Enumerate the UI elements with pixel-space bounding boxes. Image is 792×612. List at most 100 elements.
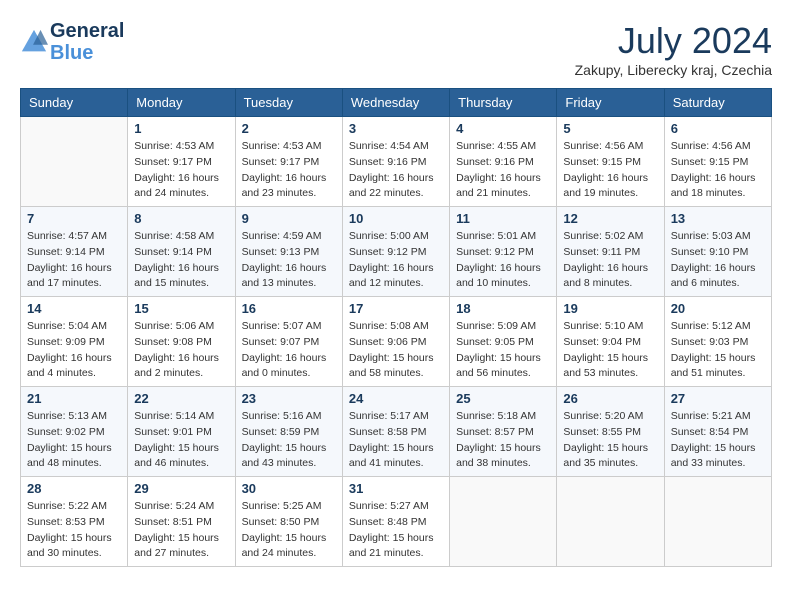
- header-wednesday: Wednesday: [342, 89, 449, 117]
- day-number: 23: [242, 391, 336, 406]
- day-info: Sunrise: 5:04 AMSunset: 9:09 PMDaylight:…: [27, 319, 121, 382]
- calendar-day-cell: 2 Sunrise: 4:53 AMSunset: 9:17 PMDaylight…: [235, 117, 342, 207]
- day-info: Sunrise: 5:25 AMSunset: 8:50 PMDaylight:…: [242, 499, 336, 562]
- logo-line2: Blue: [50, 42, 124, 64]
- calendar-day-cell: 27 Sunrise: 5:21 AMSunset: 8:54 PMDayligh…: [664, 387, 771, 477]
- calendar-day-cell: 29 Sunrise: 5:24 AMSunset: 8:51 PMDayligh…: [128, 477, 235, 567]
- day-number: 20: [671, 301, 765, 316]
- day-number: 31: [349, 481, 443, 496]
- day-info: Sunrise: 4:57 AMSunset: 9:14 PMDaylight:…: [27, 229, 121, 292]
- calendar-header-row: Sunday Monday Tuesday Wednesday Thursday…: [21, 89, 772, 117]
- calendar-day-cell: 22Sunrise: 5:14 AMSunset: 9:01 PMDayligh…: [128, 387, 235, 477]
- day-number: 11: [456, 211, 550, 226]
- calendar-day-cell: 31 Sunrise: 5:27 AMSunset: 8:48 PMDayligh…: [342, 477, 449, 567]
- calendar-day-cell: 20 Sunrise: 5:12 AMSunset: 9:03 PMDayligh…: [664, 297, 771, 387]
- header-thursday: Thursday: [450, 89, 557, 117]
- calendar-week-3: 14 Sunrise: 5:04 AMSunset: 9:09 PMDayligh…: [21, 297, 772, 387]
- day-number: 2: [242, 121, 336, 136]
- day-number: 25: [456, 391, 550, 406]
- day-info: Sunrise: 5:27 AMSunset: 8:48 PMDaylight:…: [349, 499, 443, 562]
- day-number: 29: [134, 481, 228, 496]
- calendar-day-cell: 30 Sunrise: 5:25 AMSunset: 8:50 PMDayligh…: [235, 477, 342, 567]
- calendar-week-5: 28Sunrise: 5:22 AMSunset: 8:53 PMDayligh…: [21, 477, 772, 567]
- day-number: 19: [563, 301, 657, 316]
- page-header: General Blue July 2024 Zakupy, Liberecky…: [20, 20, 772, 78]
- day-info: Sunrise: 4:59 AMSunset: 9:13 PMDaylight:…: [242, 229, 336, 292]
- day-number: 15: [134, 301, 228, 316]
- calendar-week-2: 7 Sunrise: 4:57 AMSunset: 9:14 PMDaylight…: [21, 207, 772, 297]
- header-sunday: Sunday: [21, 89, 128, 117]
- day-info: Sunrise: 5:13 AMSunset: 9:02 PMDaylight:…: [27, 409, 121, 472]
- day-info: Sunrise: 4:55 AMSunset: 9:16 PMDaylight:…: [456, 139, 550, 202]
- day-number: 28: [27, 481, 121, 496]
- day-number: 17: [349, 301, 443, 316]
- day-info: Sunrise: 5:16 AMSunset: 8:59 PMDaylight:…: [242, 409, 336, 472]
- day-info: Sunrise: 5:08 AMSunset: 9:06 PMDaylight:…: [349, 319, 443, 382]
- calendar-day-cell: 13Sunrise: 5:03 AMSunset: 9:10 PMDayligh…: [664, 207, 771, 297]
- day-number: 14: [27, 301, 121, 316]
- calendar-day-cell: [664, 477, 771, 567]
- calendar-day-cell: 1 Sunrise: 4:53 AMSunset: 9:17 PMDaylight…: [128, 117, 235, 207]
- calendar-day-cell: 25 Sunrise: 5:18 AMSunset: 8:57 PMDayligh…: [450, 387, 557, 477]
- header-tuesday: Tuesday: [235, 89, 342, 117]
- day-info: Sunrise: 5:20 AMSunset: 8:55 PMDaylight:…: [563, 409, 657, 472]
- calendar-day-cell: 4 Sunrise: 4:55 AMSunset: 9:16 PMDaylight…: [450, 117, 557, 207]
- day-info: Sunrise: 5:03 AMSunset: 9:10 PMDaylight:…: [671, 229, 765, 292]
- day-number: 27: [671, 391, 765, 406]
- day-number: 3: [349, 121, 443, 136]
- header-friday: Friday: [557, 89, 664, 117]
- logo-line1: General: [50, 20, 124, 42]
- day-info: Sunrise: 4:53 AMSunset: 9:17 PMDaylight:…: [242, 139, 336, 202]
- header-saturday: Saturday: [664, 89, 771, 117]
- logo-icon: [20, 28, 48, 56]
- calendar-week-4: 21Sunrise: 5:13 AMSunset: 9:02 PMDayligh…: [21, 387, 772, 477]
- calendar-day-cell: 24 Sunrise: 5:17 AMSunset: 8:58 PMDayligh…: [342, 387, 449, 477]
- day-number: 1: [134, 121, 228, 136]
- calendar-day-cell: 28Sunrise: 5:22 AMSunset: 8:53 PMDayligh…: [21, 477, 128, 567]
- calendar-day-cell: 3Sunrise: 4:54 AMSunset: 9:16 PMDaylight…: [342, 117, 449, 207]
- calendar-day-cell: 26 Sunrise: 5:20 AMSunset: 8:55 PMDayligh…: [557, 387, 664, 477]
- day-info: Sunrise: 5:24 AMSunset: 8:51 PMDaylight:…: [134, 499, 228, 562]
- calendar-day-cell: 16Sunrise: 5:07 AMSunset: 9:07 PMDayligh…: [235, 297, 342, 387]
- calendar-day-cell: 19Sunrise: 5:10 AMSunset: 9:04 PMDayligh…: [557, 297, 664, 387]
- day-info: Sunrise: 5:09 AMSunset: 9:05 PMDaylight:…: [456, 319, 550, 382]
- calendar-day-cell: 15 Sunrise: 5:06 AMSunset: 9:08 PMDayligh…: [128, 297, 235, 387]
- day-number: 7: [27, 211, 121, 226]
- day-info: Sunrise: 5:01 AMSunset: 9:12 PMDaylight:…: [456, 229, 550, 292]
- location-subtitle: Zakupy, Liberecky kraj, Czechia: [575, 62, 772, 78]
- day-info: Sunrise: 4:58 AMSunset: 9:14 PMDaylight:…: [134, 229, 228, 292]
- day-number: 26: [563, 391, 657, 406]
- calendar-week-1: 1 Sunrise: 4:53 AMSunset: 9:17 PMDaylight…: [21, 117, 772, 207]
- day-number: 5: [563, 121, 657, 136]
- calendar-day-cell: 18 Sunrise: 5:09 AMSunset: 9:05 PMDayligh…: [450, 297, 557, 387]
- day-number: 10: [349, 211, 443, 226]
- calendar-day-cell: 7 Sunrise: 4:57 AMSunset: 9:14 PMDaylight…: [21, 207, 128, 297]
- calendar-day-cell: 10 Sunrise: 5:00 AMSunset: 9:12 PMDayligh…: [342, 207, 449, 297]
- day-info: Sunrise: 5:21 AMSunset: 8:54 PMDaylight:…: [671, 409, 765, 472]
- day-number: 30: [242, 481, 336, 496]
- day-info: Sunrise: 5:18 AMSunset: 8:57 PMDaylight:…: [456, 409, 550, 472]
- calendar-day-cell: 11 Sunrise: 5:01 AMSunset: 9:12 PMDayligh…: [450, 207, 557, 297]
- month-year-title: July 2024: [575, 20, 772, 62]
- calendar-day-cell: 12Sunrise: 5:02 AMSunset: 9:11 PMDayligh…: [557, 207, 664, 297]
- logo: General Blue: [20, 20, 124, 64]
- day-number: 22: [134, 391, 228, 406]
- day-number: 6: [671, 121, 765, 136]
- title-section: July 2024 Zakupy, Liberecky kraj, Czechi…: [575, 20, 772, 78]
- day-number: 4: [456, 121, 550, 136]
- day-info: Sunrise: 5:17 AMSunset: 8:58 PMDaylight:…: [349, 409, 443, 472]
- day-info: Sunrise: 5:02 AMSunset: 9:11 PMDaylight:…: [563, 229, 657, 292]
- day-info: Sunrise: 5:06 AMSunset: 9:08 PMDaylight:…: [134, 319, 228, 382]
- calendar-table: Sunday Monday Tuesday Wednesday Thursday…: [20, 88, 772, 567]
- calendar-day-cell: 5Sunrise: 4:56 AMSunset: 9:15 PMDaylight…: [557, 117, 664, 207]
- calendar-day-cell: 8Sunrise: 4:58 AMSunset: 9:14 PMDaylight…: [128, 207, 235, 297]
- day-number: 18: [456, 301, 550, 316]
- day-info: Sunrise: 5:00 AMSunset: 9:12 PMDaylight:…: [349, 229, 443, 292]
- day-number: 24: [349, 391, 443, 406]
- header-monday: Monday: [128, 89, 235, 117]
- day-info: Sunrise: 5:12 AMSunset: 9:03 PMDaylight:…: [671, 319, 765, 382]
- day-info: Sunrise: 5:07 AMSunset: 9:07 PMDaylight:…: [242, 319, 336, 382]
- calendar-day-cell: [21, 117, 128, 207]
- calendar-day-cell: [450, 477, 557, 567]
- day-info: Sunrise: 4:53 AMSunset: 9:17 PMDaylight:…: [134, 139, 228, 202]
